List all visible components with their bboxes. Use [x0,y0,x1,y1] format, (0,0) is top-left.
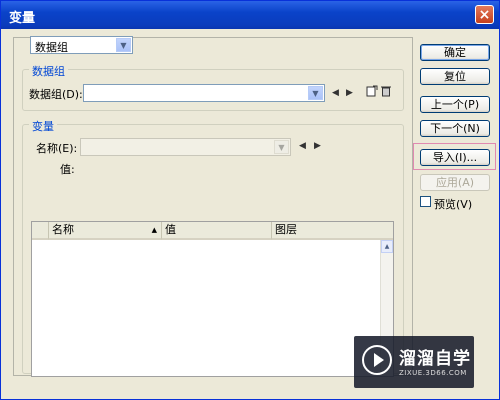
next-variable-icon[interactable]: ▶ [314,141,321,151]
watermark-url: ZIXUE.3D66.COM [399,369,467,377]
next-button[interactable]: 下一个(N) [420,120,490,137]
variable-name-select[interactable]: ▼ [80,138,291,156]
table-header-value[interactable]: 值 [162,222,272,240]
table-header-value-label: 值 [165,223,176,236]
chevron-down-icon[interactable]: ▼ [308,86,323,100]
next-dataset-icon[interactable]: ▶ [346,88,353,98]
ok-button[interactable]: 确定 [420,44,490,61]
play-logo-icon [362,345,392,375]
variable-value-label: 值: [60,163,75,176]
new-dataset-icon[interactable] [366,85,378,97]
watermark-name: 溜溜自学 [399,349,471,369]
variable-name-label: 名称(E): [36,142,78,155]
define-mode-value: 数据组 [35,41,68,54]
previous-button[interactable]: 上一个(P) [420,96,490,113]
table-header-name[interactable]: 名称 ▲ [49,222,162,240]
table-header-layer[interactable]: 图层 [272,222,393,240]
variables-table[interactable]: 名称 ▲ 值 图层 ▲ [31,221,394,377]
previous-variable-icon[interactable]: ◀ [299,141,306,151]
chevron-down-icon[interactable]: ▼ [274,140,289,154]
chevron-down-icon[interactable]: ▼ [116,38,131,52]
preview-checkbox[interactable] [420,196,431,207]
sort-ascending-icon: ▲ [151,226,157,234]
variable-group-legend: 变量 [29,118,57,134]
dataset-select[interactable]: ▼ [83,84,325,102]
scroll-up-icon[interactable]: ▲ [381,240,393,253]
window-title: 变量 [9,11,36,26]
close-button[interactable]: × [475,5,494,24]
table-header-name-label: 名称 [52,223,74,236]
import-button[interactable]: 导入(I)... [420,149,490,166]
preview-label[interactable]: 预览(V) [434,196,472,212]
variables-dialog: 变量 × 数据组 ▼ 数据组 数据组(D): ▼ ◀ ▶ 变量 名称(E): ▼… [0,0,500,400]
dataset-label: 数据组(D): [29,88,83,101]
previous-dataset-icon[interactable]: ◀ [332,88,339,98]
define-mode-select[interactable]: 数据组 ▼ [30,36,133,54]
watermark: 溜溜自学 ZIXUE.3D66.COM [354,336,474,388]
trash-icon[interactable] [381,85,391,97]
title-bar[interactable]: 变量 × [1,1,499,29]
dataset-group-legend: 数据组 [29,63,68,79]
apply-button[interactable]: 应用(A) [420,174,490,191]
reset-button[interactable]: 复位 [420,68,490,85]
table-header-blank [32,222,49,240]
table-header-layer-label: 图层 [275,223,297,236]
